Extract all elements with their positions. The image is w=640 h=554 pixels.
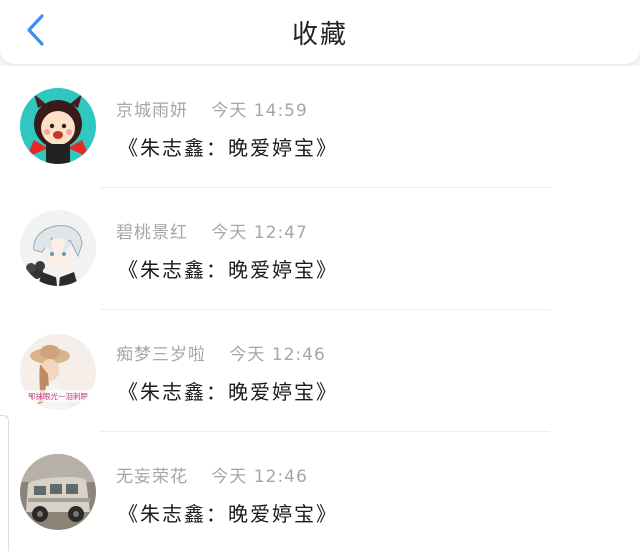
message-text: 《朱志鑫：晚爱婷宝》 <box>118 136 338 160</box>
vintage-van-avatar <box>20 454 96 530</box>
sender-name: 痴梦三岁啦 <box>116 345 206 365</box>
anime-white-hair-boy-avatar <box>20 210 96 286</box>
list-item[interactable]: 京城雨妍 今天 14:59 《朱志鑫：晚爱婷宝》 <box>0 66 640 188</box>
sender-name: 碧桃景红 <box>116 223 188 243</box>
list-item[interactable]: 那抹眼光一泪刺眼 痴梦三岁啦 今天 12:46 《朱志鑫：晚爱婷宝》 <box>0 310 640 432</box>
favorites-list: 京城雨妍 今天 14:59 《朱志鑫：晚爱婷宝》 碧桃景红 今天 12:47 《… <box>0 66 640 554</box>
avatar-caption: 那抹眼光一泪刺眼 <box>28 391 88 401</box>
avatar[interactable] <box>20 454 96 530</box>
favorites-page: 收藏 京城雨妍 今天 14:59 《朱志鑫：晚爱婷宝》 碧桃景红 今天 12:4… <box>0 0 640 554</box>
sender-name: 无妄荣花 <box>116 467 188 487</box>
item-meta: 碧桃景红 今天 12:47 <box>116 218 308 243</box>
edge-panel <box>0 415 9 551</box>
avatar[interactable] <box>20 88 96 164</box>
header-bar: 收藏 <box>0 0 640 64</box>
message-text: 《朱志鑫：晚爱婷宝》 <box>118 380 338 404</box>
cartoon-devil-girl-avatar <box>20 88 96 164</box>
timestamp: 今天 12:47 <box>211 223 308 243</box>
page-title: 收藏 <box>291 20 348 50</box>
message-text: 《朱志鑫：晚爱婷宝》 <box>118 258 338 282</box>
item-meta: 京城雨妍 今天 14:59 <box>116 96 308 121</box>
timestamp: 今天 14:59 <box>211 101 308 121</box>
list-item[interactable]: 碧桃景红 今天 12:47 《朱志鑫：晚爱婷宝》 <box>0 188 640 310</box>
message-text: 《朱志鑫：晚爱婷宝》 <box>118 502 338 526</box>
item-meta: 痴梦三岁啦 今天 12:46 <box>116 340 326 365</box>
timestamp: 今天 12:46 <box>211 467 308 487</box>
sender-name: 京城雨妍 <box>116 101 188 121</box>
timestamp: 今天 12:46 <box>229 345 326 365</box>
avatar[interactable] <box>20 210 96 286</box>
girl-with-hat-avatar: 那抹眼光一泪刺眼 <box>20 334 96 410</box>
list-item[interactable]: 无妄荣花 今天 12:46 《朱志鑫：晚爱婷宝》 <box>0 432 640 554</box>
avatar[interactable]: 那抹眼光一泪刺眼 <box>20 334 96 410</box>
item-meta: 无妄荣花 今天 12:46 <box>116 462 308 487</box>
